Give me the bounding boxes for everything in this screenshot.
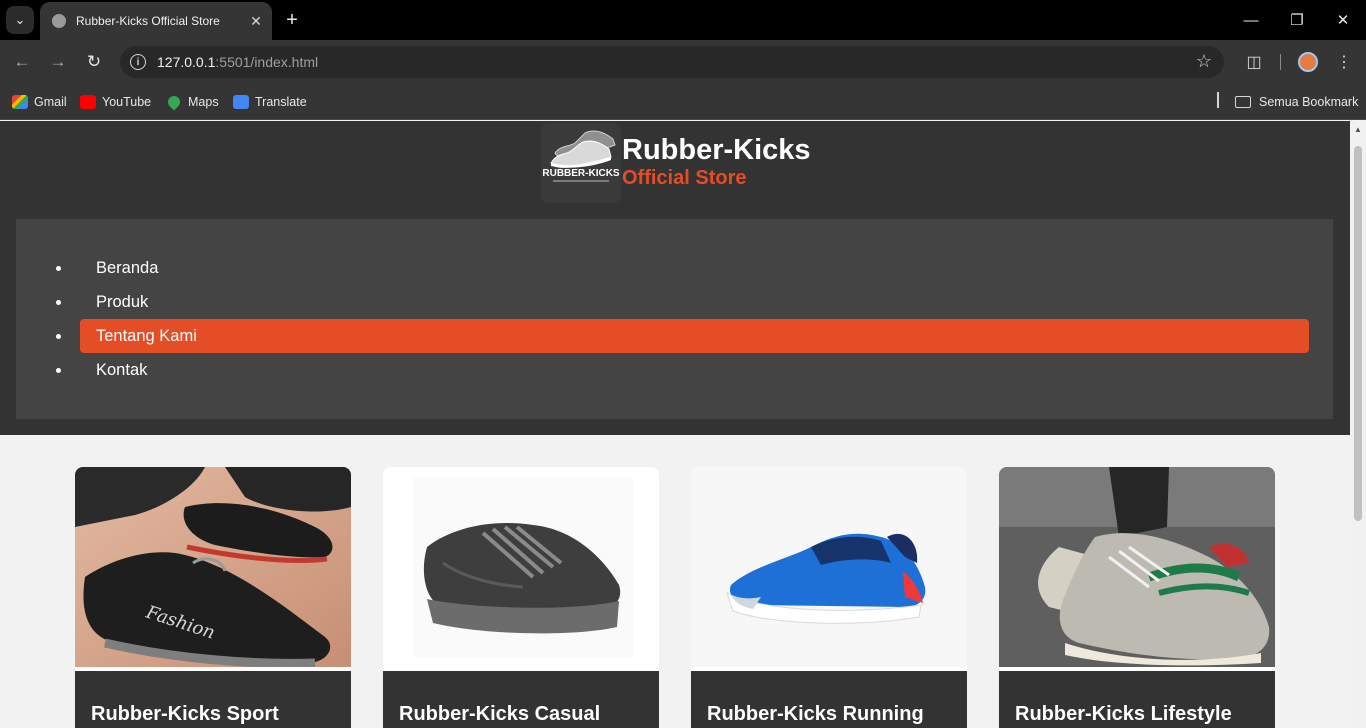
nav-bullet	[56, 300, 61, 305]
close-window-icon[interactable]: ✕	[1320, 0, 1366, 40]
gmail-icon	[12, 95, 28, 109]
bookmark-translate[interactable]: Translate	[233, 92, 307, 112]
forward-icon[interactable]: →	[46, 50, 70, 74]
reload-icon[interactable]: ↻	[82, 50, 106, 74]
sneaker-logo-icon: RUBBER-KICKS	[541, 123, 621, 203]
all-bookmarks-label: Semua Bookmark	[1259, 95, 1359, 109]
product-title-bar: Rubber-Kicks Sport	[75, 671, 351, 728]
nav-item-produk[interactable]: Produk	[80, 285, 1309, 319]
brand-name: Rubber-Kicks	[622, 134, 811, 166]
tab-title: Rubber-Kicks Official Store	[76, 14, 220, 28]
toolbar-divider	[1280, 54, 1281, 70]
folder-icon	[1235, 96, 1251, 108]
all-bookmarks[interactable]: Semua Bookmark	[1235, 92, 1358, 112]
logo-text: RUBBER-KICKS	[542, 168, 620, 179]
product-card[interactable]: Rubber-Kicks Running	[691, 467, 967, 728]
nav-item-kontak[interactable]: Kontak	[80, 353, 1309, 387]
dark-grey-leather-sneaker-image	[383, 467, 659, 667]
product-card[interactable]: Rubber-Kicks Lifestyle	[999, 467, 1275, 728]
menu-kebab-icon[interactable]: ⋮	[1332, 50, 1356, 74]
nav-item-tentang-kami[interactable]: Tentang Kami	[80, 319, 1309, 353]
black-knit-slip-on-shoe-image: Fashion	[75, 467, 351, 667]
url-host: 127.0.0.1	[157, 54, 216, 70]
extensions-icon[interactable]: ◫	[1242, 50, 1266, 74]
brand-logo[interactable]: RUBBER-KICKS	[541, 123, 621, 203]
brand-tagline: Official Store	[622, 167, 747, 189]
nav-bullet	[56, 266, 61, 271]
tab-strip: ⌄ Rubber-Kicks Official Store ✕ + — ❐ ✕	[0, 0, 1366, 40]
back-icon[interactable]: ←	[10, 50, 34, 74]
bookmark-youtube[interactable]: YouTube	[80, 92, 151, 112]
active-tab[interactable]: Rubber-Kicks Official Store ✕	[40, 2, 272, 40]
bookmark-gmail[interactable]: Gmail	[12, 92, 67, 112]
url-path: :5501/index.html	[215, 54, 319, 70]
bookmark-star-icon[interactable]: ☆	[1196, 51, 1212, 72]
bookmark-label: YouTube	[102, 95, 152, 109]
site-header: RUBBER-KICKS Rubber-Kicks Official Store…	[0, 121, 1350, 435]
youtube-icon	[80, 95, 96, 109]
nav-bullet	[56, 334, 61, 339]
product-card[interactable]: Rubber-Kicks Casual	[383, 467, 659, 728]
blue-kids-running-shoe-image	[691, 467, 967, 667]
restore-icon[interactable]: ❐	[1274, 0, 1320, 40]
scroll-thumb[interactable]	[1354, 146, 1362, 521]
page-viewport: RUBBER-KICKS Rubber-Kicks Official Store…	[0, 121, 1350, 728]
product-title: Rubber-Kicks Lifestyle	[1015, 703, 1232, 725]
bookmark-label: Maps	[188, 95, 219, 109]
main-nav: Beranda Produk Tentang Kami Kontak	[16, 219, 1333, 419]
tab-search-icon[interactable]: ⌄	[6, 6, 34, 34]
product-title-bar: Rubber-Kicks Running	[691, 671, 967, 728]
maps-icon	[165, 93, 183, 111]
globe-icon	[52, 14, 66, 28]
profile-avatar[interactable]	[1298, 52, 1318, 72]
site-info-icon[interactable]: i	[130, 54, 146, 70]
url-text[interactable]: 127.0.0.1:5501/index.html	[157, 54, 318, 70]
bookmark-label: Gmail	[34, 95, 67, 109]
bookmarks-divider	[1217, 92, 1219, 108]
product-title: Rubber-Kicks Casual	[399, 703, 601, 725]
scroll-up-arrow-icon[interactable]: ▲	[1350, 121, 1366, 137]
page-scrollbar[interactable]: ▲	[1350, 121, 1366, 728]
new-tab-icon[interactable]: +	[280, 6, 304, 34]
nav-item-beranda[interactable]: Beranda	[80, 251, 1309, 285]
product-title: Rubber-Kicks Sport	[91, 703, 279, 725]
translate-icon	[233, 95, 249, 109]
close-tab-icon[interactable]: ✕	[244, 13, 268, 30]
product-title-bar: Rubber-Kicks Casual	[383, 671, 659, 728]
bookmarks-bar: Gmail YouTube Maps Translate Semua Bookm…	[0, 84, 1366, 120]
product-title: Rubber-Kicks Running	[707, 703, 924, 725]
bookmark-maps[interactable]: Maps	[165, 92, 219, 112]
browser-toolbar: ← → ↻ i 127.0.0.1:5501/index.html ☆ ◫ ⋮	[0, 40, 1366, 84]
nav-bullet	[56, 368, 61, 373]
bookmark-label: Translate	[255, 95, 307, 109]
product-card[interactable]: Fashion Rubber-Kicks Sport	[75, 467, 351, 728]
minimize-icon[interactable]: —	[1228, 0, 1274, 40]
product-title-bar: Rubber-Kicks Lifestyle	[999, 671, 1275, 728]
grey-green-retro-sneaker-image	[999, 467, 1275, 667]
address-bar[interactable]: i 127.0.0.1:5501/index.html ☆	[120, 46, 1224, 78]
